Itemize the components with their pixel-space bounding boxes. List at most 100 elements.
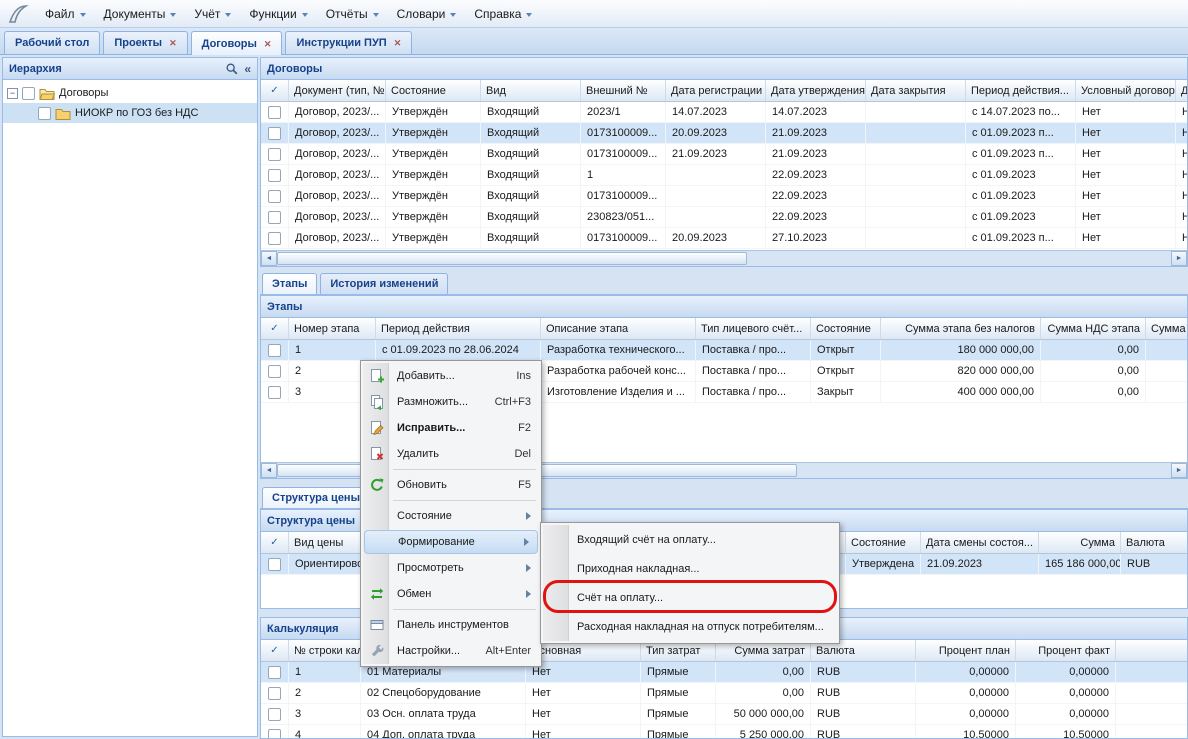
column-header[interactable]: № строки кал... xyxy=(289,640,361,661)
column-header[interactable]: До... xyxy=(1176,80,1187,101)
tree-checkbox[interactable] xyxy=(22,87,35,100)
menubar-item[interactable]: Отчёты xyxy=(317,2,388,26)
column-header[interactable]: Условный договор xyxy=(1076,80,1176,101)
row-checkbox[interactable] xyxy=(268,386,281,399)
column-header[interactable]: Валюта xyxy=(1121,532,1187,553)
menubar-item[interactable]: Функции xyxy=(240,2,316,26)
scroll-left-icon[interactable]: ◄ xyxy=(261,463,277,478)
tree-node[interactable]: −Договоры xyxy=(3,83,257,103)
column-header[interactable]: Состояние xyxy=(846,532,921,553)
column-header[interactable]: Номер этапа xyxy=(289,318,376,339)
row-checkbox[interactable] xyxy=(268,666,281,679)
column-header[interactable]: Вид xyxy=(481,80,581,101)
menubar-item[interactable]: Словари xyxy=(388,2,466,26)
row-checkbox[interactable] xyxy=(268,148,281,161)
menu-item[interactable]: Расходная накладная на отпуск потребител… xyxy=(543,612,837,641)
menu-item[interactable]: Состояние xyxy=(363,503,539,529)
search-icon[interactable] xyxy=(225,62,239,76)
menubar-item[interactable]: Справка xyxy=(465,2,541,26)
menu-item[interactable]: ОбновитьF5 xyxy=(363,472,539,498)
table-row[interactable]: Договор, 2023/...УтверждёнВходящий017310… xyxy=(261,186,1187,207)
column-header[interactable]: Дата закрытия xyxy=(866,80,966,101)
column-header[interactable]: Процент план xyxy=(916,640,1016,661)
menu-item[interactable]: Приходная накладная... xyxy=(543,554,837,583)
column-header[interactable]: Дата регистрации xyxy=(666,80,766,101)
table-row[interactable]: Договор, 2023/...УтверждёнВходящий230823… xyxy=(261,207,1187,228)
menu-item[interactable]: Входящий счёт на оплату... xyxy=(543,525,837,554)
row-checkbox[interactable] xyxy=(268,558,281,571)
table-row[interactable]: 202 СпецоборудованиеНетПрямые0,00RUB0,00… xyxy=(261,683,1187,704)
close-tab-icon[interactable]: ✕ xyxy=(264,39,272,49)
scroll-thumb[interactable] xyxy=(277,252,747,265)
tab[interactable]: Договоры✕ xyxy=(191,31,283,55)
tree-expand-icon[interactable]: − xyxy=(7,88,18,99)
table-row[interactable]: Договор, 2023/...УтверждёнВходящий017310… xyxy=(261,228,1187,249)
column-header[interactable]: Процент факт xyxy=(1016,640,1116,661)
select-all-header[interactable]: ✓ xyxy=(261,532,289,553)
row-checkbox[interactable] xyxy=(268,232,281,245)
column-header[interactable] xyxy=(1116,640,1187,661)
menu-item[interactable]: Просмотреть xyxy=(363,555,539,581)
menubar-item[interactable]: Файл xyxy=(36,2,95,26)
collapse-panel-icon[interactable]: « xyxy=(244,62,251,76)
column-header[interactable]: Тип лицевого счёт... xyxy=(696,318,811,339)
column-header[interactable]: Сумма xyxy=(1039,532,1121,553)
column-header[interactable]: Вид цены xyxy=(289,532,369,553)
menu-item[interactable]: Счёт на оплату... xyxy=(543,583,837,612)
column-header[interactable]: Внешний № xyxy=(581,80,666,101)
row-checkbox[interactable] xyxy=(268,344,281,357)
column-header[interactable]: Дата смены состоя... xyxy=(921,532,1039,553)
tab[interactable]: История изменений xyxy=(320,273,448,294)
tab[interactable]: Рабочий стол xyxy=(4,31,100,54)
column-header[interactable]: Документ (тип, №... xyxy=(289,80,386,101)
menu-item[interactable]: Панель инструментов xyxy=(363,612,539,638)
column-header[interactable]: Период действия xyxy=(376,318,541,339)
menu-item[interactable]: Формирование xyxy=(364,530,538,554)
table-row[interactable]: 404 Доп. оплата трудаНетПрямые5 250 000,… xyxy=(261,725,1187,738)
row-checkbox[interactable] xyxy=(268,169,281,182)
select-all-header[interactable]: ✓ xyxy=(261,318,289,339)
table-row[interactable]: Договор, 2023/...УтверждёнВходящий017310… xyxy=(261,123,1187,144)
menubar-item[interactable]: Учёт xyxy=(185,2,240,26)
column-header[interactable]: Состояние xyxy=(811,318,881,339)
table-row[interactable]: 303 Осн. оплата трудаНетПрямые50 000 000… xyxy=(261,704,1187,725)
h-scrollbar[interactable]: ◄ ► xyxy=(261,250,1187,266)
row-checkbox[interactable] xyxy=(268,190,281,203)
menu-item[interactable]: Размножить...Ctrl+F3 xyxy=(363,389,539,415)
row-checkbox[interactable] xyxy=(268,106,281,119)
row-checkbox[interactable] xyxy=(268,365,281,378)
menu-item[interactable]: Настройки...Alt+Enter xyxy=(363,638,539,664)
row-checkbox[interactable] xyxy=(268,211,281,224)
tab[interactable]: Структура цены xyxy=(262,487,370,508)
menu-item[interactable]: Исправить...F2 xyxy=(363,415,539,441)
row-checkbox[interactable] xyxy=(268,729,281,739)
menubar-item[interactable]: Документы xyxy=(95,2,186,26)
row-checkbox[interactable] xyxy=(268,127,281,140)
scroll-right-icon[interactable]: ► xyxy=(1171,251,1187,266)
table-row[interactable]: Договор, 2023/...УтверждёнВходящий2023/1… xyxy=(261,102,1187,123)
select-all-header[interactable]: ✓ xyxy=(261,640,289,661)
row-checkbox[interactable] xyxy=(268,687,281,700)
tab[interactable]: Проекты✕ xyxy=(103,31,187,54)
select-all-header[interactable]: ✓ xyxy=(261,80,289,101)
column-header[interactable]: Сумма эт... xyxy=(1146,318,1187,339)
menu-item[interactable]: Добавить...Ins xyxy=(363,363,539,389)
close-tab-icon[interactable]: ✕ xyxy=(394,38,402,48)
column-header[interactable]: Описание этапа xyxy=(541,318,696,339)
menu-item[interactable]: Обмен xyxy=(363,581,539,607)
table-row[interactable]: Договор, 2023/...УтверждёнВходящий017310… xyxy=(261,144,1187,165)
table-row[interactable]: Договор, 2023/...УтверждёнВходящий122.09… xyxy=(261,165,1187,186)
close-tab-icon[interactable]: ✕ xyxy=(169,38,177,48)
table-row[interactable]: 1с 01.09.2023 по 28.06.2024Разработка те… xyxy=(261,340,1187,361)
tree-checkbox[interactable] xyxy=(38,107,51,120)
column-header[interactable]: Сумма этапа без налогов xyxy=(881,318,1041,339)
scroll-left-icon[interactable]: ◄ xyxy=(261,251,277,266)
column-header[interactable]: Дата утверждения xyxy=(766,80,866,101)
tab[interactable]: Этапы xyxy=(262,273,317,294)
tree-node[interactable]: НИОКР по ГОЗ без НДС xyxy=(3,103,257,123)
scroll-right-icon[interactable]: ► xyxy=(1171,463,1187,478)
column-header[interactable]: Сумма НДС этапа xyxy=(1041,318,1146,339)
column-header[interactable]: Состояние xyxy=(386,80,481,101)
menu-item[interactable]: УдалитьDel xyxy=(363,441,539,467)
row-checkbox[interactable] xyxy=(268,708,281,721)
